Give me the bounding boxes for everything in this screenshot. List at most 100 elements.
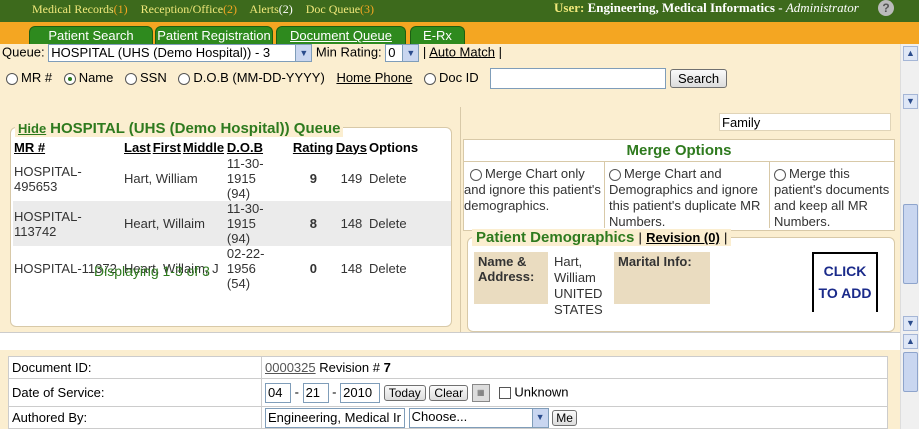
scroll-up-icon[interactable]: ▲: [903, 334, 918, 349]
help-icon[interactable]: ?: [878, 0, 894, 16]
marital-info-label: Marital Info:: [614, 252, 710, 304]
top-scrollbar[interactable]: ▲ ▼ ▼: [900, 44, 919, 332]
radio-icon[interactable]: [423, 72, 436, 85]
search-option-mr[interactable]: MR #: [6, 70, 52, 85]
radio-icon[interactable]: [609, 168, 621, 181]
click-to-add-button[interactable]: CLICK TO ADD: [812, 252, 878, 312]
cell-mr: HOSPITAL-495653: [14, 163, 82, 194]
chevron-down-icon: ▼: [295, 45, 312, 61]
cell-name: Heart, Willaim: [123, 201, 226, 246]
patient-demographics-panel: Patient Demographics | Revision (0) | Na…: [467, 229, 895, 332]
col-mr[interactable]: MR #: [13, 138, 123, 156]
demographics-title: Patient Demographics | Revision (0) |: [472, 229, 732, 246]
frame-divider[interactable]: [0, 332, 919, 350]
tab-patient-registration[interactable]: Patient Registration: [155, 26, 273, 44]
queue-label: Queue:: [2, 44, 45, 60]
table-row[interactable]: HOSPITAL-113742 Heart, Willaim 11-30-191…: [13, 201, 451, 246]
merge-option-chart-only[interactable]: Merge Chart only and ignore this patient…: [464, 162, 605, 228]
search-button[interactable]: Search: [669, 69, 728, 88]
link-alerts[interactable]: Alerts(2): [249, 2, 292, 16]
month-input[interactable]: 04: [265, 382, 291, 403]
clear-button[interactable]: Clear: [429, 384, 469, 401]
radio-icon[interactable]: [774, 168, 786, 181]
name-address-value: Hart, William UNITED STATES: [554, 254, 603, 317]
merge-options-title: Merge Options: [464, 140, 894, 162]
scroll-thumb[interactable]: [903, 352, 918, 392]
radio-icon[interactable]: [178, 72, 191, 85]
document-frame: Document ID: 0000325 Revision # 7 Date o…: [0, 350, 900, 429]
cell-days: 148: [340, 261, 363, 276]
doc-id-label: Document ID:: [8, 356, 262, 379]
tab-document-queue[interactable]: Document Queue: [276, 26, 406, 44]
col-dob[interactable]: D.O.B: [226, 138, 292, 156]
radio-icon[interactable]: [470, 168, 482, 181]
cell-name: Hart, William: [124, 171, 198, 186]
year-input[interactable]: 2010: [340, 382, 381, 403]
scroll-thumb[interactable]: [903, 204, 918, 284]
col-days[interactable]: Days: [335, 138, 368, 156]
queue-toolbar: Queue: HOSPITAL (UHS (Demo Hospital)) - …: [2, 44, 502, 62]
scroll-down-icon[interactable]: ▼: [903, 316, 918, 331]
merge-option-chart-demographics[interactable]: Merge Chart and Demographics and ignore …: [605, 162, 770, 229]
radio-icon[interactable]: [125, 72, 137, 85]
separator: |: [422, 44, 427, 60]
radio-icon[interactable]: [6, 72, 18, 85]
col-middle[interactable]: Middle: [182, 138, 226, 156]
family-label: Family: [722, 115, 761, 130]
tab-bar: Patient Search Patient Registration Docu…: [0, 22, 919, 44]
tab-patient-search[interactable]: Patient Search: [29, 26, 153, 44]
link-medical-records[interactable]: Medical Records(1): [32, 2, 128, 16]
search-bar: MR # Name SSN D.O.B (MM-DD-YYYY) Home Ph…: [6, 68, 728, 89]
me-button[interactable]: Me: [552, 409, 577, 426]
scroll-down-icon[interactable]: ▼: [903, 94, 918, 109]
col-first[interactable]: First: [152, 138, 182, 156]
chevron-down-icon: ▼: [531, 408, 548, 427]
min-rating-select[interactable]: 0 ▼: [385, 44, 420, 62]
document-form: Document ID: 0000325 Revision # 7 Date o…: [8, 356, 888, 429]
date-of-service-label: Date of Service:: [8, 378, 262, 407]
marital-info-value: [712, 252, 808, 256]
min-rating-label: Min Rating:: [315, 44, 382, 60]
search-option-home-phone[interactable]: Home Phone: [336, 70, 412, 85]
doc-id-row: Document ID: 0000325 Revision # 7: [8, 356, 888, 379]
link-reception-office[interactable]: Reception/Office(2): [141, 2, 237, 16]
queue-area: Hide HOSPITAL (UHS (Demo Hospital)) Queue…: [0, 107, 900, 332]
authored-by-value: Engineering, Medical Ir Choose... ▼ Me: [261, 406, 888, 429]
search-option-ssn[interactable]: SSN: [125, 70, 167, 85]
revision-link[interactable]: Revision (0): [646, 230, 720, 245]
delete-link[interactable]: Delete: [368, 156, 451, 201]
displaying-count: Displaying 1-3 of 3: [94, 263, 210, 279]
delete-link[interactable]: Delete: [368, 246, 451, 291]
today-button[interactable]: Today: [383, 384, 426, 401]
col-last[interactable]: Last: [123, 138, 152, 156]
cell-rating: 8: [291, 201, 335, 246]
authored-by-row: Authored By: Engineering, Medical Ir Cho…: [8, 406, 888, 429]
calendar-icon[interactable]: ▦: [471, 383, 490, 402]
author-select[interactable]: Choose... ▼: [408, 407, 549, 428]
merge-option-documents[interactable]: Merge this patient's documents and keep …: [770, 162, 894, 229]
auto-match-link[interactable]: Auto Match: [429, 44, 495, 59]
authored-by-input[interactable]: Engineering, Medical Ir: [265, 407, 405, 428]
doc-id-link[interactable]: 0000325: [265, 360, 316, 375]
col-options: Options: [368, 139, 419, 155]
delete-link[interactable]: Delete: [367, 201, 451, 246]
queue-panel: Hide HOSPITAL (UHS (Demo Hospital)) Queue…: [10, 120, 452, 327]
bottom-scrollbar[interactable]: ▲: [900, 332, 919, 429]
search-option-name[interactable]: Name: [63, 70, 113, 85]
day-input[interactable]: 21: [302, 382, 329, 403]
search-input[interactable]: [490, 68, 667, 89]
hide-link[interactable]: Hide: [18, 121, 46, 136]
search-option-dob[interactable]: D.O.B (MM-DD-YYYY): [178, 70, 325, 85]
cell-dob: 11-30-1915 (94): [226, 156, 264, 201]
link-doc-queue[interactable]: Doc Queue(3): [306, 2, 374, 16]
tab-e-rx[interactable]: E-Rx: [410, 26, 465, 44]
separator: |: [498, 44, 502, 60]
radio-icon[interactable]: [63, 72, 76, 85]
unknown-checkbox[interactable]: [499, 386, 512, 399]
user-info: User: Engineering, Medical Informatics -…: [554, 0, 859, 15]
table-row[interactable]: HOSPITAL-495653 Hart, William 11-30-1915…: [13, 156, 451, 201]
col-rating[interactable]: Rating: [292, 138, 335, 156]
search-option-doc-id[interactable]: Doc ID: [423, 70, 479, 85]
scroll-up-icon[interactable]: ▲: [903, 46, 918, 61]
queue-select[interactable]: HOSPITAL (UHS (Demo Hospital)) - 3 ▼: [48, 44, 313, 62]
